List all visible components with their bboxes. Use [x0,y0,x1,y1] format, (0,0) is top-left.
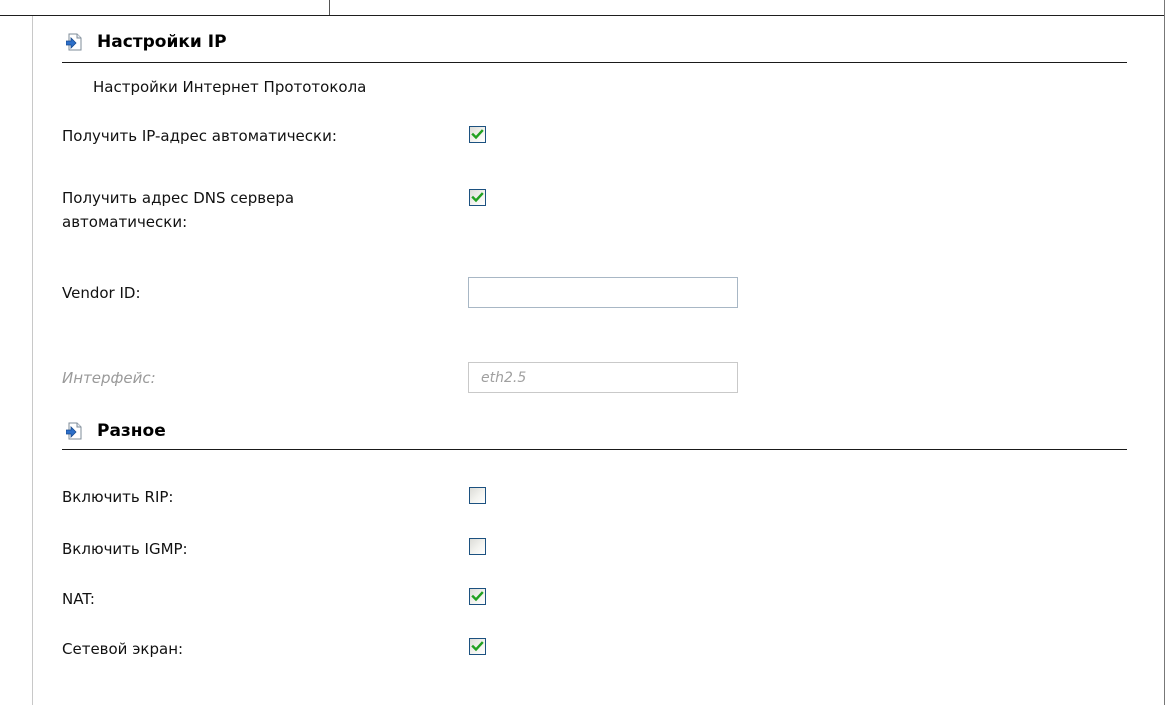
misc-section-header: Разное [65,416,166,446]
checkmark-icon [471,641,484,652]
section-arrow-icon [65,33,83,51]
auto-dns-label-line2: автоматически: [62,213,188,231]
ip-section-subtitle: Настройки Интернет Прототокола [93,78,367,96]
igmp-checkbox[interactable] [469,538,486,555]
auto-ip-label: Получить IP-адрес автоматически: [62,127,337,145]
checkmark-icon [471,591,484,602]
checkmark-icon [471,129,484,140]
interface-input [468,362,738,393]
right-border [1164,0,1165,705]
firewall-checkbox[interactable] [469,638,486,655]
vendor-id-input[interactable] [468,277,738,308]
rip-label: Включить RIP: [62,488,174,506]
top-header-divider [329,0,330,15]
section-arrow-icon [65,422,83,440]
interface-label: Интерфейс: [62,369,156,387]
auto-dns-label-line1: Получить адрес DNS сервера [62,189,295,207]
auto-ip-checkbox[interactable] [469,126,486,143]
nat-checkbox[interactable] [469,588,486,605]
nat-label: NAT: [62,590,95,608]
ip-section-title: Настройки IP [97,32,227,52]
rip-checkbox[interactable] [469,487,486,504]
checkmark-icon [471,192,484,203]
firewall-label: Сетевой экран: [62,640,184,658]
auto-dns-checkbox[interactable] [469,189,486,206]
left-border [32,16,33,705]
igmp-label: Включить IGMP: [62,540,188,558]
ip-section-header: Настройки IP [65,27,227,57]
ip-section-rule [62,62,1127,63]
misc-section-title: Разное [97,421,166,441]
vendor-id-label: Vendor ID: [62,284,141,302]
top-header-rule [0,15,1164,16]
misc-section-rule [62,449,1127,450]
settings-panel: Настройки IP Настройки Интернет Прототок… [0,0,1166,705]
